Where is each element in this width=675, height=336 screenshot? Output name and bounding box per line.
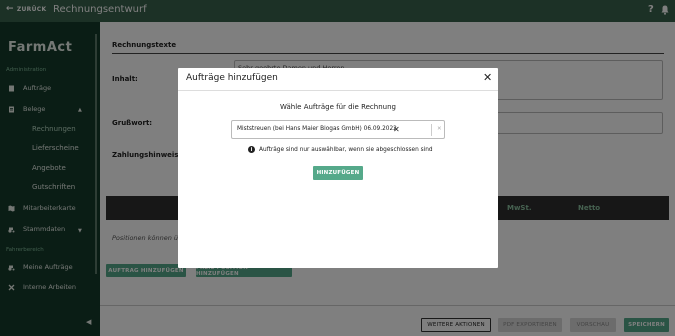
selected-order-chip: Miststreuen (bei Hans Maier Biogas GmbH)… — [237, 126, 397, 132]
close-icon[interactable]: ✕ — [483, 71, 492, 84]
add-button[interactable]: HINZUFÜGEN — [313, 166, 363, 180]
remove-chip-icon[interactable]: ✕ — [393, 125, 400, 134]
info-icon: i — [248, 146, 255, 153]
divider — [178, 90, 498, 91]
select-separator — [431, 124, 432, 136]
info-text: Aufträge sind nur auswählbar, wenn sie a… — [259, 146, 433, 153]
dialog-subtitle: Wähle Aufträge für die Rechnung — [280, 103, 396, 111]
add-orders-dialog: Aufträge hinzufügen ✕ Wähle Aufträge für… — [178, 68, 498, 268]
dialog-title: Aufträge hinzufügen — [186, 73, 278, 83]
clear-selection-icon[interactable]: ✕ — [437, 126, 442, 132]
info-hint: i Aufträge sind nur auswählbar, wenn sie… — [248, 146, 433, 153]
orders-multiselect[interactable]: Miststreuen (bei Hans Maier Biogas GmbH)… — [231, 120, 445, 139]
